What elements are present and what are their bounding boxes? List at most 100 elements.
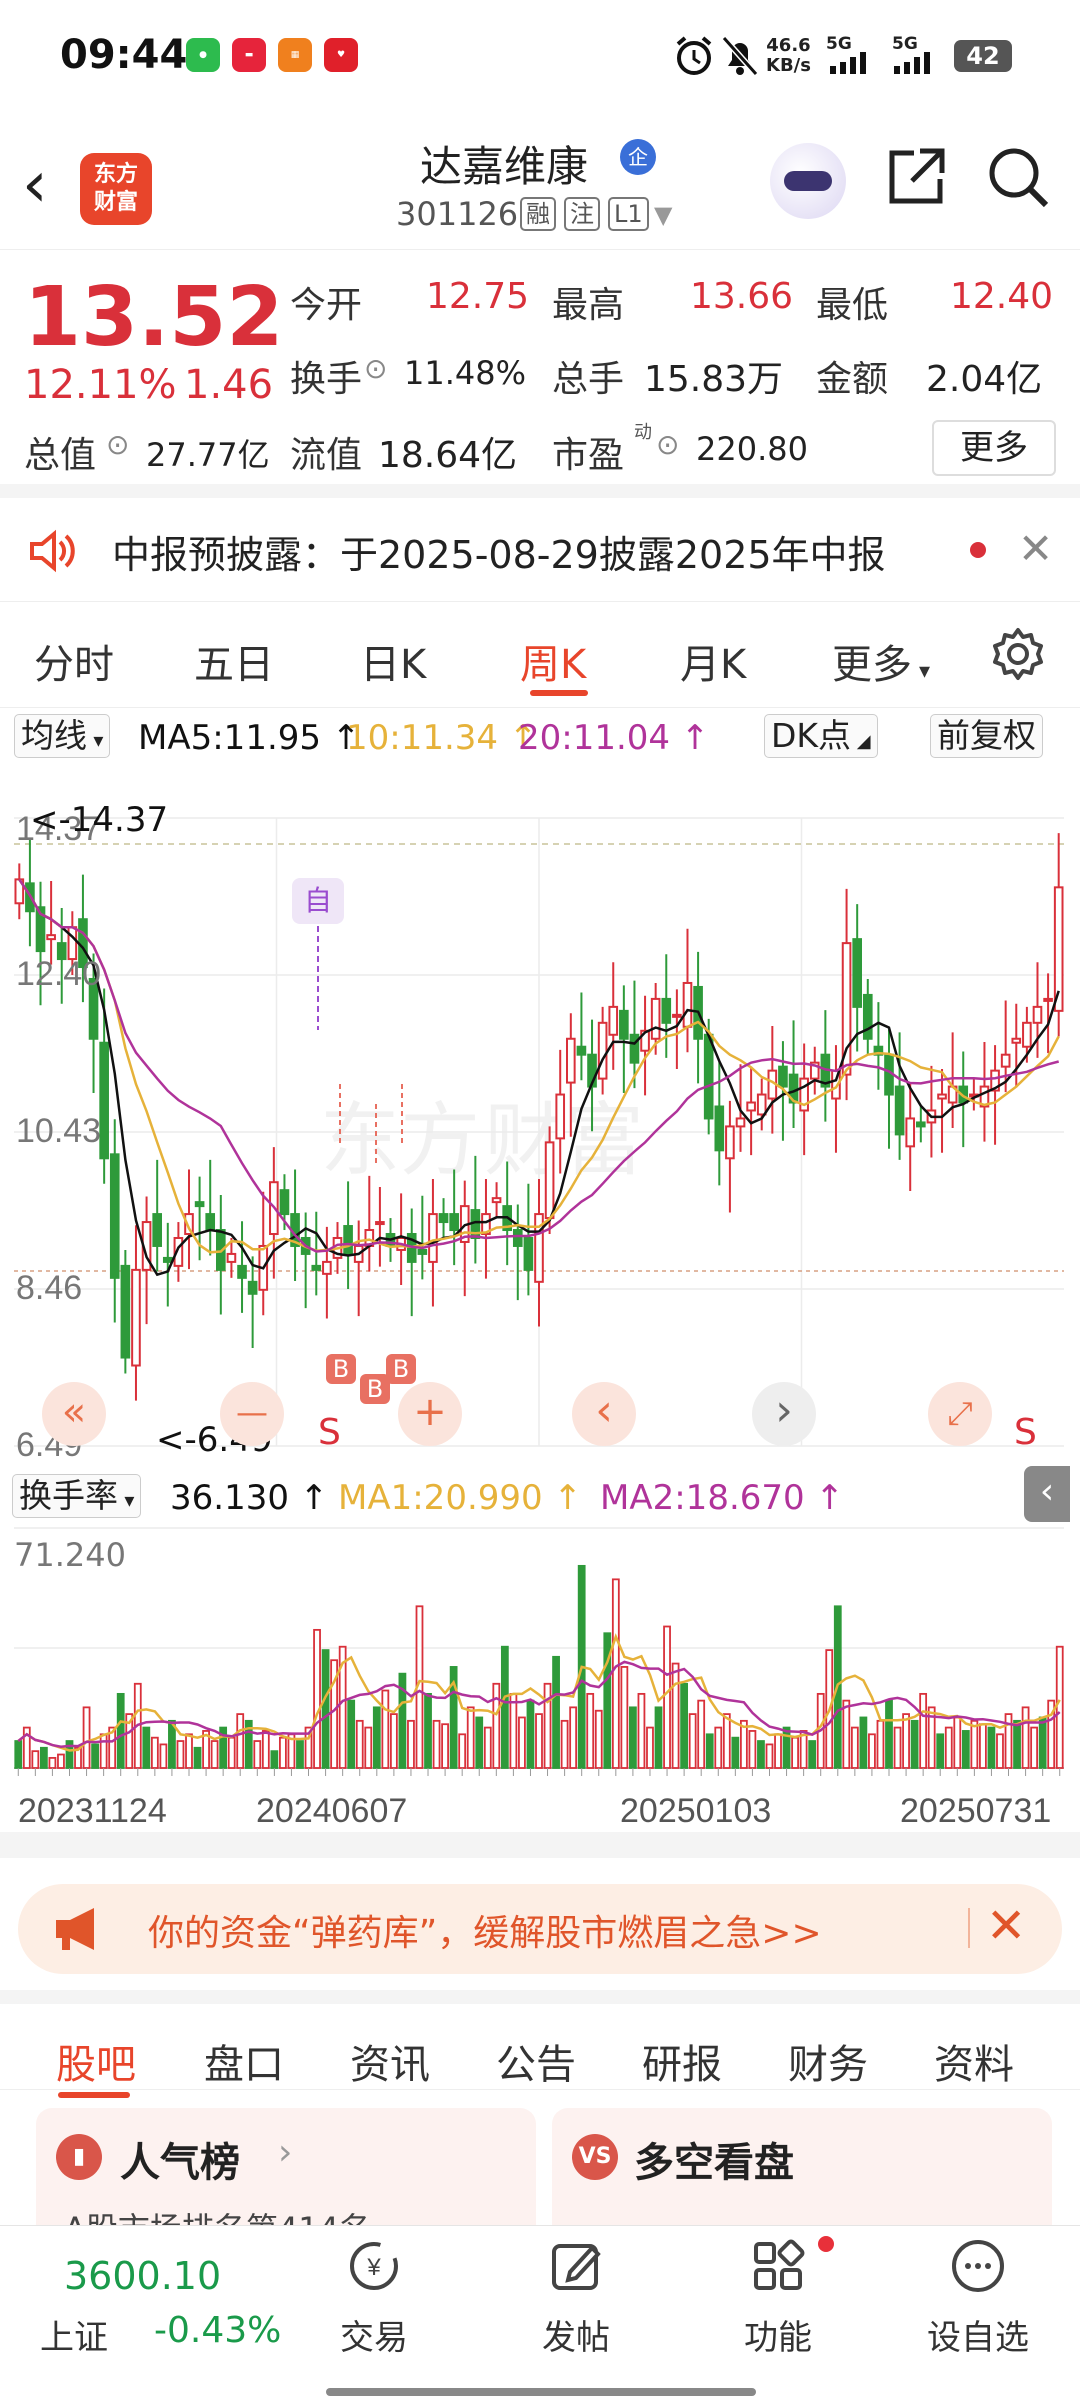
volume-bar: [91, 1743, 99, 1769]
volume-bar: [586, 1692, 595, 1769]
kline-chart-area[interactable]: 东方 财富 14.37 12.40 10.43 8.46 6.49 20231124 20…: [0, 768, 1080, 1858]
tab-intraday[interactable]: 分时: [34, 632, 114, 690]
open-label: 今开: [290, 285, 363, 326]
tab-finance[interactable]: 财务: [788, 2032, 868, 2090]
nav-trade[interactable]: ¥ 交易: [304, 2236, 444, 2359]
low-label: 最低: [816, 285, 889, 326]
tab-weekly-k[interactable]: 周K: [520, 632, 586, 690]
volume-bar: [483, 1726, 492, 1769]
info-icon[interactable]: ⊙: [656, 428, 679, 461]
volume-bar: [782, 1726, 791, 1769]
xiaohongshu-icon: ▬: [232, 38, 266, 72]
tab-pankou[interactable]: 盘口: [204, 2032, 284, 2090]
last-price: 13.52: [24, 270, 284, 365]
tab-monthly-k[interactable]: 月K: [680, 632, 746, 690]
tab-more[interactable]: 更多 ▾: [832, 632, 930, 690]
sell-marker[interactable]: S: [318, 1412, 341, 1453]
volume-bar: [432, 1719, 441, 1769]
info-icon[interactable]: ⊙: [106, 428, 129, 461]
amount-label: 金额: [816, 359, 889, 400]
candle: [237, 1264, 247, 1279]
promo-text: 你的资金“弹药库”，缓解股市燃眉之急>>: [148, 1913, 822, 1954]
enterprise-badge[interactable]: 企: [620, 139, 656, 175]
zoom-in-button[interactable]: +: [398, 1382, 462, 1446]
popularity-card[interactable]: ▮ 人气榜 › A股市场排名第414名: [36, 2108, 536, 2225]
ma-selector[interactable]: 均线 ▾: [14, 714, 111, 758]
tab-news[interactable]: 资讯: [350, 2032, 430, 2090]
tab-research[interactable]: 研报: [642, 2032, 722, 2090]
tab-guba[interactable]: 股吧: [56, 2032, 136, 2090]
prev-button[interactable]: ‹: [572, 1382, 636, 1446]
volume-bar: [996, 1733, 1004, 1769]
adjust-selector[interactable]: 前复权: [930, 714, 1043, 758]
volume-bar: [731, 1736, 740, 1769]
candle: [523, 1236, 534, 1271]
index-ticker[interactable]: 3600.10 上证 -0.43%: [0, 2226, 300, 2366]
volume-bar: [518, 1716, 526, 1769]
volume-bar: [355, 1719, 364, 1769]
bull-bear-card[interactable]: VS 多空看盘: [552, 2108, 1052, 2225]
status-time: 09:44: [60, 32, 188, 78]
volume-bar: [569, 1706, 578, 1769]
buy-marker[interactable]: B: [326, 1354, 356, 1384]
volume-bar: [611, 1578, 620, 1769]
candle: [1011, 1037, 1022, 1044]
tab-daily-k[interactable]: 日K: [360, 632, 426, 690]
buy-marker[interactable]: B: [386, 1354, 416, 1384]
candle: [205, 1213, 216, 1232]
promo-banner[interactable]: 你的资金“弹药库”，缓解股市燃眉之急>> ✕: [18, 1884, 1062, 1974]
next-button[interactable]: ›: [752, 1382, 816, 1446]
dk-point-selector[interactable]: DK点 ◢: [764, 714, 878, 758]
volume-bar: [236, 1713, 245, 1769]
volume-bar: [347, 1699, 356, 1769]
chevron-right-icon: ›: [278, 2132, 293, 2173]
gear-icon[interactable]: [990, 626, 1046, 682]
back-button[interactable]: ‹: [22, 153, 48, 217]
volume-bar: [253, 1740, 262, 1769]
self-select-marker[interactable]: 自: [292, 878, 344, 924]
sell-marker[interactable]: S: [1014, 1412, 1037, 1453]
info-icon[interactable]: ⊙: [364, 352, 387, 385]
notification-dot: [818, 2236, 834, 2252]
volume-bar: [227, 1736, 236, 1769]
candle: [279, 1189, 290, 1216]
more-quote-button[interactable]: 更多: [932, 420, 1056, 476]
volume-bar: [594, 1709, 603, 1769]
candle: [746, 1101, 756, 1112]
volume-bar: [850, 1726, 859, 1769]
tab-announcement[interactable]: 公告: [496, 2032, 576, 2090]
pe-label: 市盈: [552, 435, 625, 476]
high-value: 13.66: [690, 276, 794, 317]
eastmoney-logo[interactable]: 东方 财富: [80, 153, 152, 225]
ai-assistant-icon[interactable]: [770, 143, 846, 219]
close-icon[interactable]: ✕: [986, 1898, 1026, 1954]
volume-bar: [970, 1719, 979, 1769]
change-amount: 1.46: [184, 362, 274, 408]
mute-bell-icon: [721, 36, 759, 76]
nav-add-favorite[interactable]: 设自选: [908, 2236, 1048, 2359]
tab-five-day[interactable]: 五日: [194, 632, 274, 690]
zoom-out-button[interactable]: —: [220, 1382, 284, 1446]
volume-bar: [620, 1666, 629, 1769]
kline-chart[interactable]: 东方 财富 14.3712.4010.438.466.49 20231124 20…: [0, 768, 1080, 1858]
scroll-start-button[interactable]: «: [42, 1382, 106, 1446]
volume-bar: [296, 1740, 304, 1769]
tab-profile[interactable]: 资料: [934, 2032, 1014, 2090]
indicator-selector[interactable]: 换手率 ▾: [12, 1474, 142, 1518]
float-value: 18.64亿: [378, 435, 518, 476]
chevron-down-icon[interactable]: ▼: [654, 201, 672, 229]
collapse-panel-button[interactable]: ‹: [1024, 1466, 1070, 1522]
nav-post[interactable]: 发帖: [506, 2236, 646, 2359]
volume-bar: [552, 1655, 560, 1769]
share-icon[interactable]: [884, 145, 948, 209]
card-title: 人气榜: [120, 2140, 240, 2186]
search-icon[interactable]: [986, 145, 1050, 209]
nav-functions[interactable]: 功能: [708, 2236, 848, 2359]
fullscreen-icon[interactable]: ⤢: [928, 1382, 992, 1446]
close-icon[interactable]: ✕: [1018, 524, 1053, 573]
notice-bar[interactable]: 中报预披露：于2025-08-29披露2025年中报 ✕: [0, 498, 1080, 602]
ma10-label: 10:11.34 ↑: [346, 718, 538, 758]
x-tick-label: 20250731: [900, 1792, 1051, 1830]
volume-bar: [1021, 1706, 1030, 1769]
candle: [576, 1045, 587, 1056]
